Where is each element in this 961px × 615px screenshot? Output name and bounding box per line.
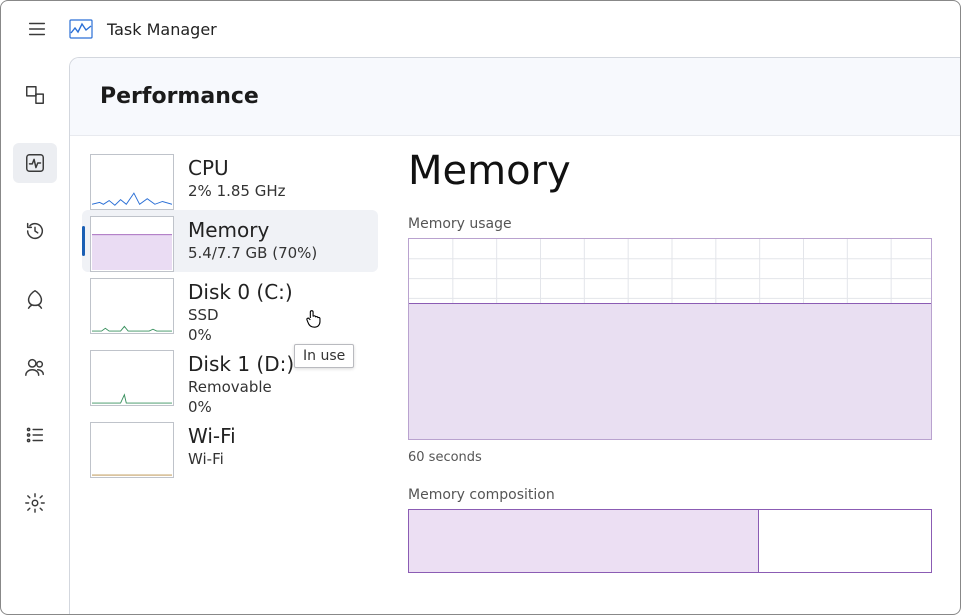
nav-details[interactable] xyxy=(13,415,57,455)
detail-title: Memory xyxy=(408,148,952,194)
tooltip-text: In use xyxy=(303,348,345,364)
perf-item-sub: SSD xyxy=(188,306,293,324)
perf-item-cpu[interactable]: CPU 2% 1.85 GHz xyxy=(82,148,378,210)
composition-label: Memory composition xyxy=(408,487,952,503)
memory-thumbnail xyxy=(90,216,174,272)
wifi-thumbnail xyxy=(90,422,174,478)
perf-item-label: Disk 0 (C:) xyxy=(188,280,293,304)
perf-item-sub: Wi-Fi xyxy=(188,450,236,468)
axis-left-label: 60 seconds xyxy=(408,450,482,465)
nav-users[interactable] xyxy=(13,347,57,387)
gear-icon xyxy=(24,492,46,514)
detail-pane: Memory Memory usage 60 seconds xyxy=(378,148,960,614)
users-icon xyxy=(24,356,46,378)
nav-services[interactable] xyxy=(13,483,57,523)
details-icon xyxy=(24,424,46,446)
usage-axis: 60 seconds xyxy=(408,450,932,465)
nav-app-history[interactable] xyxy=(13,211,57,251)
perf-item-memory[interactable]: Memory 5.4/7.7 GB (70%) xyxy=(82,210,378,272)
memory-usage-chart xyxy=(408,238,932,440)
perf-item-label: Disk 1 (D:) xyxy=(188,352,294,376)
hamburger-icon xyxy=(26,18,48,40)
perf-item-wifi[interactable]: Wi-Fi Wi-Fi xyxy=(82,416,378,478)
usage-label: Memory usage xyxy=(408,216,952,232)
cpu-thumbnail xyxy=(90,154,174,210)
title-bar: Task Manager xyxy=(1,1,960,57)
history-icon xyxy=(24,220,46,242)
nav-startup-apps[interactable] xyxy=(13,279,57,319)
usage-fill xyxy=(409,303,931,439)
nav-performance[interactable] xyxy=(13,143,57,183)
perf-item-sub2: 0% xyxy=(188,326,293,344)
tooltip: In use xyxy=(294,344,354,368)
perf-item-label: Wi-Fi xyxy=(188,424,236,448)
app-title: Task Manager xyxy=(107,20,217,39)
perf-item-disk-0[interactable]: Disk 0 (C:) SSD 0% xyxy=(82,272,378,344)
perf-item-sub2: 0% xyxy=(188,398,294,416)
nav-rail xyxy=(1,57,69,614)
content-area: Performance CPU 2% 1.85 GHz xyxy=(69,57,960,614)
perf-item-sub: 5.4/7.7 GB (70%) xyxy=(188,244,317,262)
app-logo-icon xyxy=(69,17,93,41)
perf-item-sub: 2% 1.85 GHz xyxy=(188,182,286,200)
perf-item-label: Memory xyxy=(188,218,317,242)
performance-icon xyxy=(24,152,46,174)
perf-item-label: CPU xyxy=(188,156,286,180)
perf-item-sub: Removable xyxy=(188,378,294,396)
composition-inuse-fill xyxy=(409,510,759,572)
disk1-thumbnail xyxy=(90,350,174,406)
processes-icon xyxy=(24,84,46,106)
hamburger-menu-button[interactable] xyxy=(19,11,55,47)
page-title: Performance xyxy=(70,58,960,136)
main-split: CPU 2% 1.85 GHz Memory 5.4/7.7 GB (70%) xyxy=(70,136,960,614)
nav-processes[interactable] xyxy=(13,75,57,115)
app-body: Performance CPU 2% 1.85 GHz xyxy=(1,57,960,614)
performance-list: CPU 2% 1.85 GHz Memory 5.4/7.7 GB (70%) xyxy=(70,148,378,614)
disk0-thumbnail xyxy=(90,278,174,334)
memory-composition-chart xyxy=(408,509,932,573)
task-manager-window: Task Manager xyxy=(0,0,961,615)
startup-icon xyxy=(24,288,46,310)
